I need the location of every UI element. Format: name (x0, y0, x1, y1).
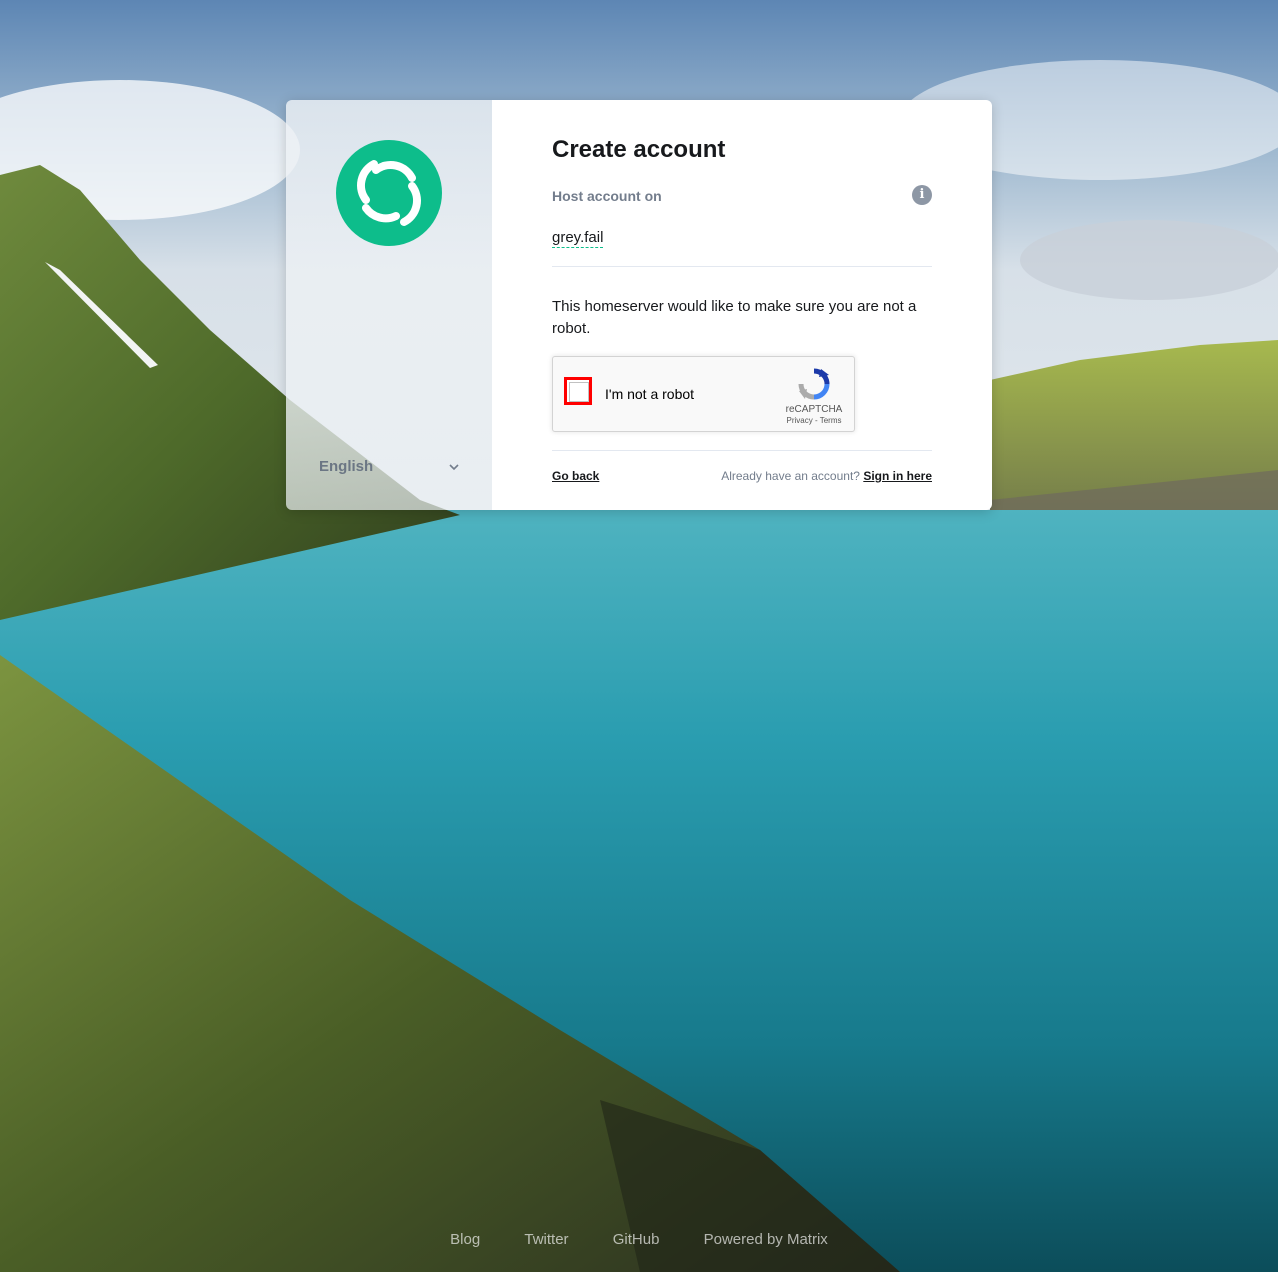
recaptcha-privacy-link[interactable]: Privacy (787, 416, 813, 425)
footer-link-twitter[interactable]: Twitter (524, 1231, 568, 1248)
auth-sidebar: English (286, 100, 492, 510)
go-back-link[interactable]: Go back (552, 469, 599, 483)
already-text: Already have an account? (721, 469, 860, 483)
recaptcha-label: I'm not a robot (605, 386, 695, 402)
auth-body: Create account Host account on i grey.fa… (492, 100, 992, 510)
info-icon[interactable]: i (912, 185, 932, 205)
recaptcha-links: Privacy - Terms (775, 416, 853, 425)
host-account-label: Host account on (552, 188, 662, 204)
footer-link-blog[interactable]: Blog (450, 1231, 480, 1248)
server-name-link[interactable]: grey.fail (552, 229, 604, 248)
recaptcha-separator: - (814, 416, 818, 425)
captcha-prompt: This homeserver would like to make sure … (552, 298, 917, 337)
recaptcha-widget: I'm not a robot reCAPTCHA Privacy - Term… (552, 356, 855, 432)
auth-dialog: English Create account Host account on i… (286, 100, 992, 510)
language-label: English (319, 458, 374, 475)
footer-link-github[interactable]: GitHub (613, 1231, 660, 1248)
recaptcha-logo-icon (798, 368, 830, 400)
divider (552, 266, 932, 267)
chevron-down-icon (449, 464, 459, 471)
footer-link-matrix[interactable]: Powered by Matrix (704, 1231, 828, 1248)
already-have-account: Already have an account? Sign in here (721, 469, 932, 483)
recaptcha-brand: reCAPTCHA (785, 404, 843, 415)
recaptcha-terms-link[interactable]: Terms (820, 416, 842, 425)
language-selector[interactable]: English (319, 458, 459, 480)
recaptcha-checkbox-box (569, 382, 589, 402)
sign-in-link[interactable]: Sign in here (863, 469, 932, 483)
divider (552, 450, 932, 451)
recaptcha-checkbox[interactable] (564, 377, 592, 405)
footer: Blog Twitter GitHub Powered by Matrix (0, 1231, 1278, 1248)
element-logo-icon (336, 140, 442, 246)
page-title: Create account (552, 136, 726, 163)
